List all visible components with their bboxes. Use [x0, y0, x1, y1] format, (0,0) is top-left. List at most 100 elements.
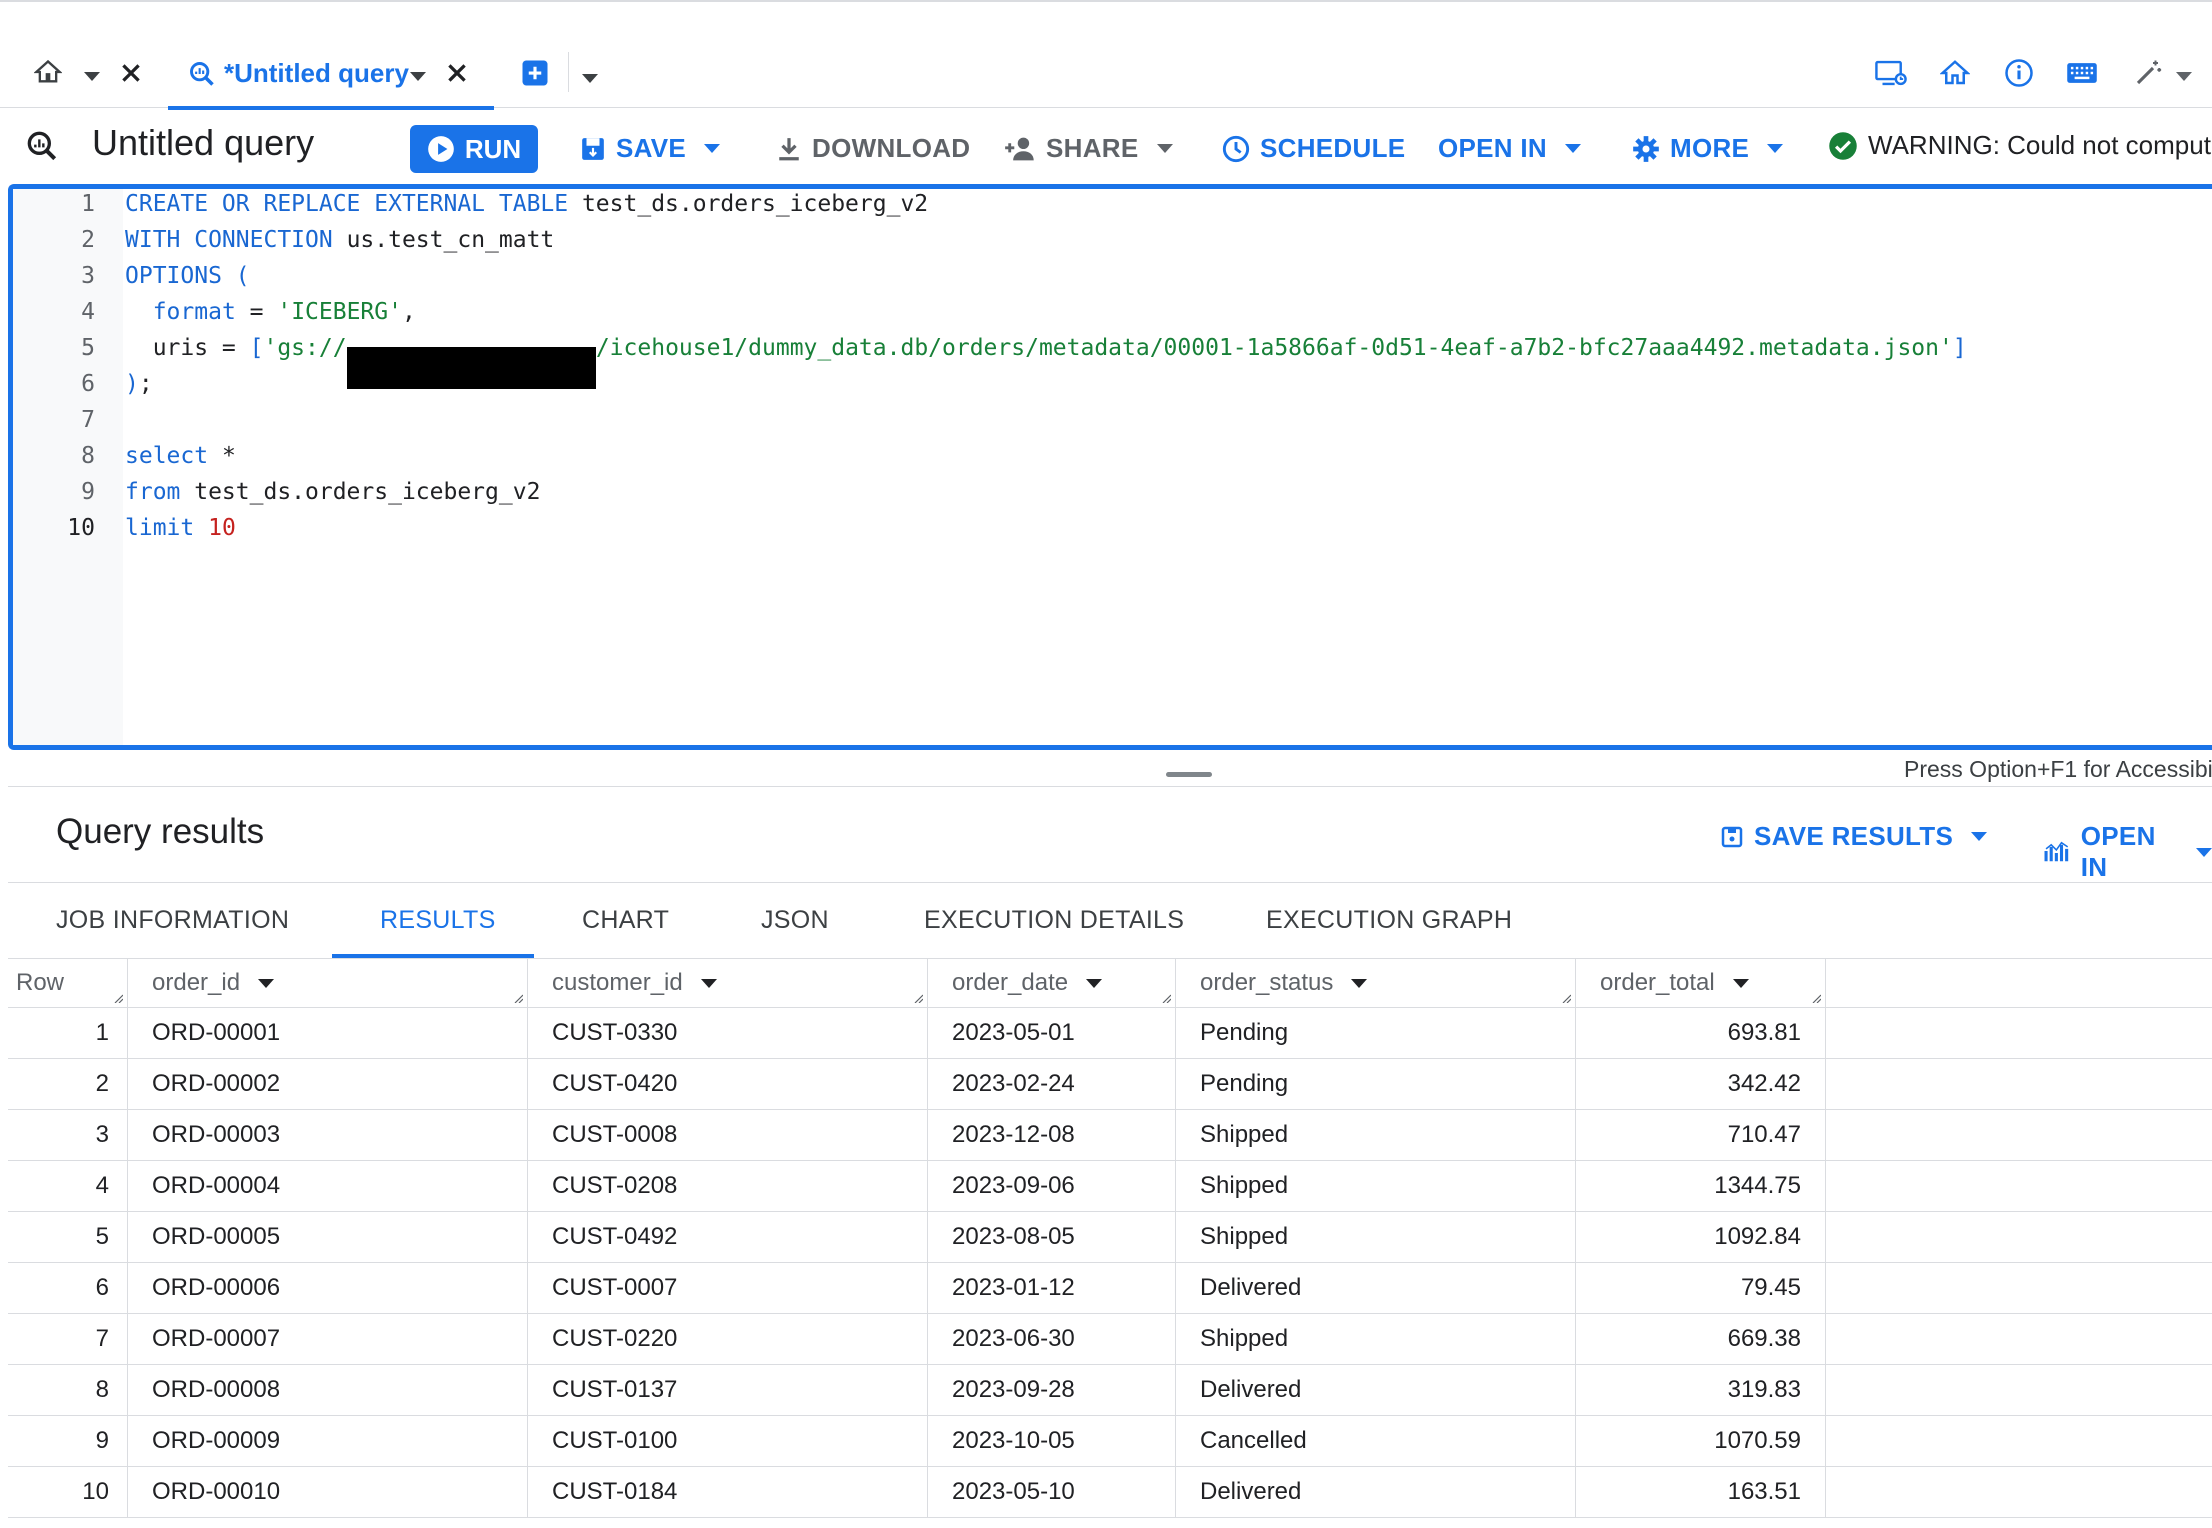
results-tabs: JOB INFORMATION RESULTS CHART JSON EXECU…	[8, 884, 2212, 958]
column-resize-handle[interactable]	[913, 993, 923, 1003]
code-line: uris = ['gs:// /icehouse1/dummy_data.db/…	[125, 335, 1967, 389]
table-cell: ORD-00004	[128, 1161, 528, 1211]
home-tab[interactable]	[34, 58, 62, 86]
table-cell: 2023-10-05	[928, 1416, 1176, 1466]
column-resize-handle[interactable]	[1161, 993, 1171, 1003]
row-number: 5	[8, 1212, 128, 1262]
status-text: WARNING: Could not compute	[1868, 130, 2212, 160]
run-button[interactable]: RUN	[410, 125, 538, 173]
code-token: us.test_cn_matt	[332, 227, 555, 253]
line-number: 2	[81, 227, 95, 253]
code-token: =	[235, 299, 278, 325]
column-resize-handle[interactable]	[513, 993, 523, 1003]
table-cell: 2023-09-28	[928, 1365, 1176, 1415]
table-row[interactable]: 3 ORD-00003 CUST-0008 2023-12-08 Shipped 710.…	[8, 1110, 2212, 1161]
table-row[interactable]: 9 ORD-00009 CUST-0100 2023-10-05 Cancelled 10…	[8, 1416, 2212, 1467]
query-tab[interactable]: *Untitled query	[168, 38, 494, 110]
code-token: limit	[125, 515, 195, 541]
table-row[interactable]: 10 ORD-00010 CUST-0184 2023-05-10 Delivered 1…	[8, 1467, 2212, 1518]
table-cell: CUST-0492	[528, 1212, 928, 1262]
code-token: [	[249, 335, 264, 361]
sql-editor[interactable]: 1 2 3 4 5 6 7 8 9 10 CREATE OR REPLACE EXTERNAL T…	[8, 184, 2212, 750]
table-cell: 1070.59	[1576, 1416, 1826, 1466]
magic-wand-icon[interactable]	[2132, 58, 2164, 88]
schedule-button[interactable]: SCHEDULE	[1222, 133, 1405, 164]
home-tab-menu-icon[interactable]	[84, 68, 100, 86]
home-tab-close-icon[interactable]	[118, 60, 144, 86]
table-row[interactable]: 2 ORD-00002 CUST-0420 2023-02-24 Pending 342.…	[8, 1059, 2212, 1110]
column-header-label: order_status	[1200, 969, 1334, 996]
table-cell: Delivered	[1176, 1263, 1576, 1313]
sort-menu-icon[interactable]	[1732, 978, 1749, 988]
table-row[interactable]: 6 ORD-00006 CUST-0007 2023-01-12 Delivered 79…	[8, 1263, 2212, 1314]
tab-results[interactable]: RESULTS	[380, 906, 496, 935]
row-number: 6	[8, 1263, 128, 1313]
save-button[interactable]: SAVE	[580, 133, 721, 164]
save-results-button[interactable]: SAVE RESULTS	[1720, 821, 1988, 852]
code-token: /icehouse1/dummy_data.db/orders/metadata…	[595, 335, 1953, 361]
new-query-button[interactable]	[520, 58, 550, 88]
home-icon[interactable]	[1940, 58, 1970, 88]
column-header-customer-id[interactable]: customer_id	[528, 959, 928, 1007]
new-query-menu-icon[interactable]	[582, 70, 598, 88]
home-icon	[34, 59, 62, 83]
column-header-row[interactable]: Row	[8, 959, 128, 1007]
check-circle-icon	[1829, 131, 1857, 160]
play-icon	[427, 136, 454, 162]
column-header-order-total[interactable]: order_total	[1576, 959, 1826, 1007]
sort-menu-icon[interactable]	[1351, 978, 1368, 988]
accessibility-hint: Press Option+F1 for Accessibil	[1904, 756, 2212, 782]
column-resize-handle[interactable]	[113, 993, 123, 1003]
results-open-in-label: OPEN IN	[2080, 821, 2156, 882]
table-cell: ORD-00003	[128, 1110, 528, 1160]
open-in-button[interactable]: OPEN IN	[1438, 133, 1582, 164]
query-tab-menu-icon[interactable]	[410, 68, 426, 86]
chevron-down-icon	[1565, 144, 1582, 153]
column-header-order-status[interactable]: order_status	[1176, 959, 1576, 1007]
results-title: Query results	[56, 812, 265, 851]
table-cell: 693.81	[1576, 1008, 1826, 1058]
share-button[interactable]: SHARE	[1004, 133, 1173, 164]
code-token: uris =	[125, 335, 250, 361]
code-token: (	[235, 263, 250, 289]
tab-json[interactable]: JSON	[761, 906, 829, 935]
magic-wand-menu-icon[interactable]	[2176, 68, 2192, 86]
run-label: RUN	[464, 133, 522, 164]
tab-execution-graph[interactable]: EXECUTION GRAPH	[1266, 906, 1512, 935]
info-icon[interactable]	[2004, 58, 2034, 88]
table-cell: CUST-0008	[528, 1110, 928, 1160]
results-open-in-button[interactable]: OPEN IN	[2044, 821, 2212, 883]
keyboard-icon[interactable]	[2066, 60, 2098, 86]
workspace-icon[interactable]	[1874, 58, 1908, 88]
tab-chart[interactable]: CHART	[582, 906, 669, 935]
sort-menu-icon[interactable]	[1086, 978, 1103, 988]
table-row[interactable]: 7 ORD-00007 CUST-0220 2023-06-30 Shipped 669.…	[8, 1314, 2212, 1365]
tab-execution-details[interactable]: EXECUTION DETAILS	[924, 906, 1184, 935]
save-icon	[1721, 826, 1743, 847]
query-tab-close-icon[interactable]	[444, 60, 470, 86]
column-header-order-id[interactable]: order_id	[128, 959, 528, 1007]
query-tab-icon	[188, 60, 216, 88]
save-label: SAVE	[616, 133, 687, 163]
pane-resize-handle[interactable]	[1166, 772, 1212, 777]
row-number: 8	[8, 1365, 128, 1415]
tab-job-information[interactable]: JOB INFORMATION	[56, 906, 289, 935]
chevron-down-icon	[1767, 144, 1784, 153]
table-row[interactable]: 4 ORD-00004 CUST-0208 2023-09-06 Shipped 1344…	[8, 1161, 2212, 1212]
table-cell: Pending	[1176, 1008, 1576, 1058]
table-row[interactable]: 8 ORD-00008 CUST-0137 2023-09-28 Delivered 31…	[8, 1365, 2212, 1416]
row-number: 2	[8, 1059, 128, 1109]
table-row[interactable]: 5 ORD-00005 CUST-0492 2023-08-05 Shipped 1092…	[8, 1212, 2212, 1263]
column-resize-handle[interactable]	[1811, 993, 1821, 1003]
sort-menu-icon[interactable]	[700, 978, 717, 988]
download-button[interactable]: DOWNLOAD	[776, 133, 970, 164]
row-number: 10	[8, 1467, 128, 1517]
column-header-order-date[interactable]: order_date	[928, 959, 1176, 1007]
table-row[interactable]: 1 ORD-00001 CUST-0330 2023-05-01 Pending 693.…	[8, 1008, 2212, 1059]
table-cell: ORD-00002	[128, 1059, 528, 1109]
table-cell: 710.47	[1576, 1110, 1826, 1160]
sort-menu-icon[interactable]	[258, 978, 275, 988]
more-button[interactable]: MORE	[1632, 133, 1784, 164]
column-resize-handle[interactable]	[1561, 993, 1571, 1003]
